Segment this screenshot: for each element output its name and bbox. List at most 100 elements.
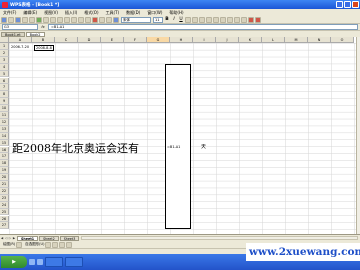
row-header-18[interactable]: 18	[0, 160, 9, 168]
borders-icon[interactable]	[241, 16, 247, 23]
window-controls	[336, 1, 359, 8]
rectangle-tool-icon[interactable]	[59, 241, 66, 248]
hyperlink-icon[interactable]	[85, 16, 91, 23]
fill-color-icon[interactable]	[248, 16, 254, 23]
bold-button[interactable]: B	[164, 17, 170, 23]
menu-file[interactable]: 文件(F)	[3, 10, 16, 16]
last-sheet-arrow-icon[interactable]: ▶	[12, 236, 16, 241]
row-header-17[interactable]: 17	[0, 153, 9, 161]
formula-input[interactable]: =B1-A1	[48, 24, 358, 30]
comma-style-icon[interactable]	[227, 16, 233, 23]
row-header-15[interactable]: 15	[0, 139, 9, 147]
menu-view[interactable]: 视图(V)	[44, 10, 58, 16]
vertical-scrollbar[interactable]	[356, 37, 360, 234]
sort-descending-icon[interactable]	[106, 16, 112, 23]
paste-icon[interactable]	[57, 16, 63, 23]
row-header-14[interactable]: 14	[0, 132, 9, 140]
row-header-5[interactable]: 5	[0, 70, 9, 78]
autoshapes-menu[interactable]: 自选图形(U)	[25, 242, 44, 247]
font-name-select[interactable]: 宋体	[121, 16, 151, 23]
row-header-26[interactable]: 26	[0, 215, 9, 223]
taskbar-window-button[interactable]	[45, 257, 63, 267]
select-pointer-icon[interactable]	[16, 241, 23, 248]
row-header-20[interactable]: 20	[0, 174, 9, 181]
italic-button[interactable]: I	[171, 17, 177, 23]
menu-window[interactable]: 窗口(W)	[147, 10, 162, 16]
underline-button[interactable]: U	[178, 17, 184, 23]
name-box[interactable]: G3	[2, 24, 38, 30]
start-button[interactable]: ▶	[1, 256, 27, 268]
taskbar-window-button-2[interactable]	[65, 257, 83, 267]
row-header-4[interactable]: 4	[0, 63, 9, 71]
align-left-icon[interactable]	[185, 16, 191, 23]
row-header-23[interactable]: 23	[0, 194, 9, 202]
days-unit-label: 天	[201, 144, 207, 150]
horizontal-scrollbar[interactable]	[81, 236, 358, 240]
sheet-tab-sheet3[interactable]: Sheet3	[59, 235, 80, 241]
open-folder-icon[interactable]	[8, 16, 14, 23]
merge-center-icon[interactable]	[206, 16, 212, 23]
sheet-tab-sheet2[interactable]: Sheet2	[39, 235, 59, 241]
row-header-1[interactable]: 1	[0, 43, 9, 50]
spellcheck-icon[interactable]	[36, 16, 42, 23]
copy-icon[interactable]	[50, 16, 56, 23]
function-icon[interactable]: fx	[38, 25, 48, 29]
row-header-8[interactable]: 8	[0, 91, 9, 99]
new-document-icon[interactable]	[1, 16, 7, 23]
chart-icon[interactable]	[113, 16, 119, 23]
quicklaunch-icon-2[interactable]	[37, 259, 43, 265]
oval-tool-icon[interactable]	[66, 241, 73, 248]
draw-menu[interactable]: 绘图(R)	[3, 242, 15, 247]
menu-data[interactable]: 数据(D)	[126, 10, 140, 16]
cell-a1[interactable]: 2006-7-20	[11, 45, 29, 49]
row-header-11[interactable]: 11	[0, 112, 9, 119]
redo-icon[interactable]	[78, 16, 84, 23]
quicklaunch-icon[interactable]	[29, 259, 35, 265]
row-header-21[interactable]: 21	[0, 181, 9, 188]
currency-icon[interactable]	[213, 16, 219, 23]
cut-icon[interactable]	[43, 16, 49, 23]
sort-ascending-icon[interactable]	[99, 16, 105, 23]
row-header-10[interactable]: 10	[0, 105, 9, 112]
close-button[interactable]	[352, 1, 359, 8]
row-header-3[interactable]: 3	[0, 56, 9, 64]
row-header-7[interactable]: 7	[0, 84, 9, 92]
toolbar: 宋体 11 B I U	[0, 16, 360, 24]
line-tool-icon[interactable]	[45, 241, 52, 248]
row-header-9[interactable]: 9	[0, 98, 9, 106]
arrow-tool-icon[interactable]	[52, 241, 59, 248]
row-header-25[interactable]: 25	[0, 208, 9, 216]
percent-icon[interactable]	[220, 16, 226, 23]
site-watermark: www.2xuewang.com	[246, 243, 360, 261]
indent-icon[interactable]	[234, 16, 240, 23]
font-size-select[interactable]: 11	[153, 16, 163, 23]
align-center-icon[interactable]	[192, 16, 198, 23]
menu-edit[interactable]: 编辑(E)	[23, 10, 37, 16]
row-header-16[interactable]: 16	[0, 146, 9, 154]
menu-tools[interactable]: 工具(T)	[106, 10, 120, 16]
menu-insert[interactable]: 插入(I)	[65, 10, 77, 16]
undo-icon[interactable]	[71, 16, 77, 23]
format-painter-icon[interactable]	[64, 16, 70, 23]
menu-format[interactable]: 格式(O)	[84, 10, 98, 16]
row-header-22[interactable]: 22	[0, 187, 9, 195]
row-header-19[interactable]: 19	[0, 167, 9, 175]
font-color-icon[interactable]	[255, 16, 261, 23]
maximize-button[interactable]	[344, 1, 351, 8]
formula-bar: G3 fx =B1-A1	[0, 24, 360, 31]
cell-b1[interactable]: 2008-8-8	[34, 44, 54, 51]
print-icon[interactable]	[22, 16, 28, 23]
row-header-2[interactable]: 2	[0, 49, 9, 57]
minimize-button[interactable]	[336, 1, 343, 8]
row-header-6[interactable]: 6	[0, 77, 9, 85]
sheet-tab-sheet1[interactable]: Sheet1	[17, 235, 39, 241]
align-right-icon[interactable]	[199, 16, 205, 23]
row-header-27[interactable]: 27	[0, 222, 9, 230]
row-header-24[interactable]: 24	[0, 201, 9, 209]
menu-help[interactable]: 帮助(H)	[169, 10, 183, 16]
row-header-12[interactable]: 12	[0, 118, 9, 126]
row-header-13[interactable]: 13	[0, 125, 9, 133]
print-preview-icon[interactable]	[29, 16, 35, 23]
save-icon[interactable]	[15, 16, 21, 23]
autosum-icon[interactable]	[92, 16, 98, 23]
